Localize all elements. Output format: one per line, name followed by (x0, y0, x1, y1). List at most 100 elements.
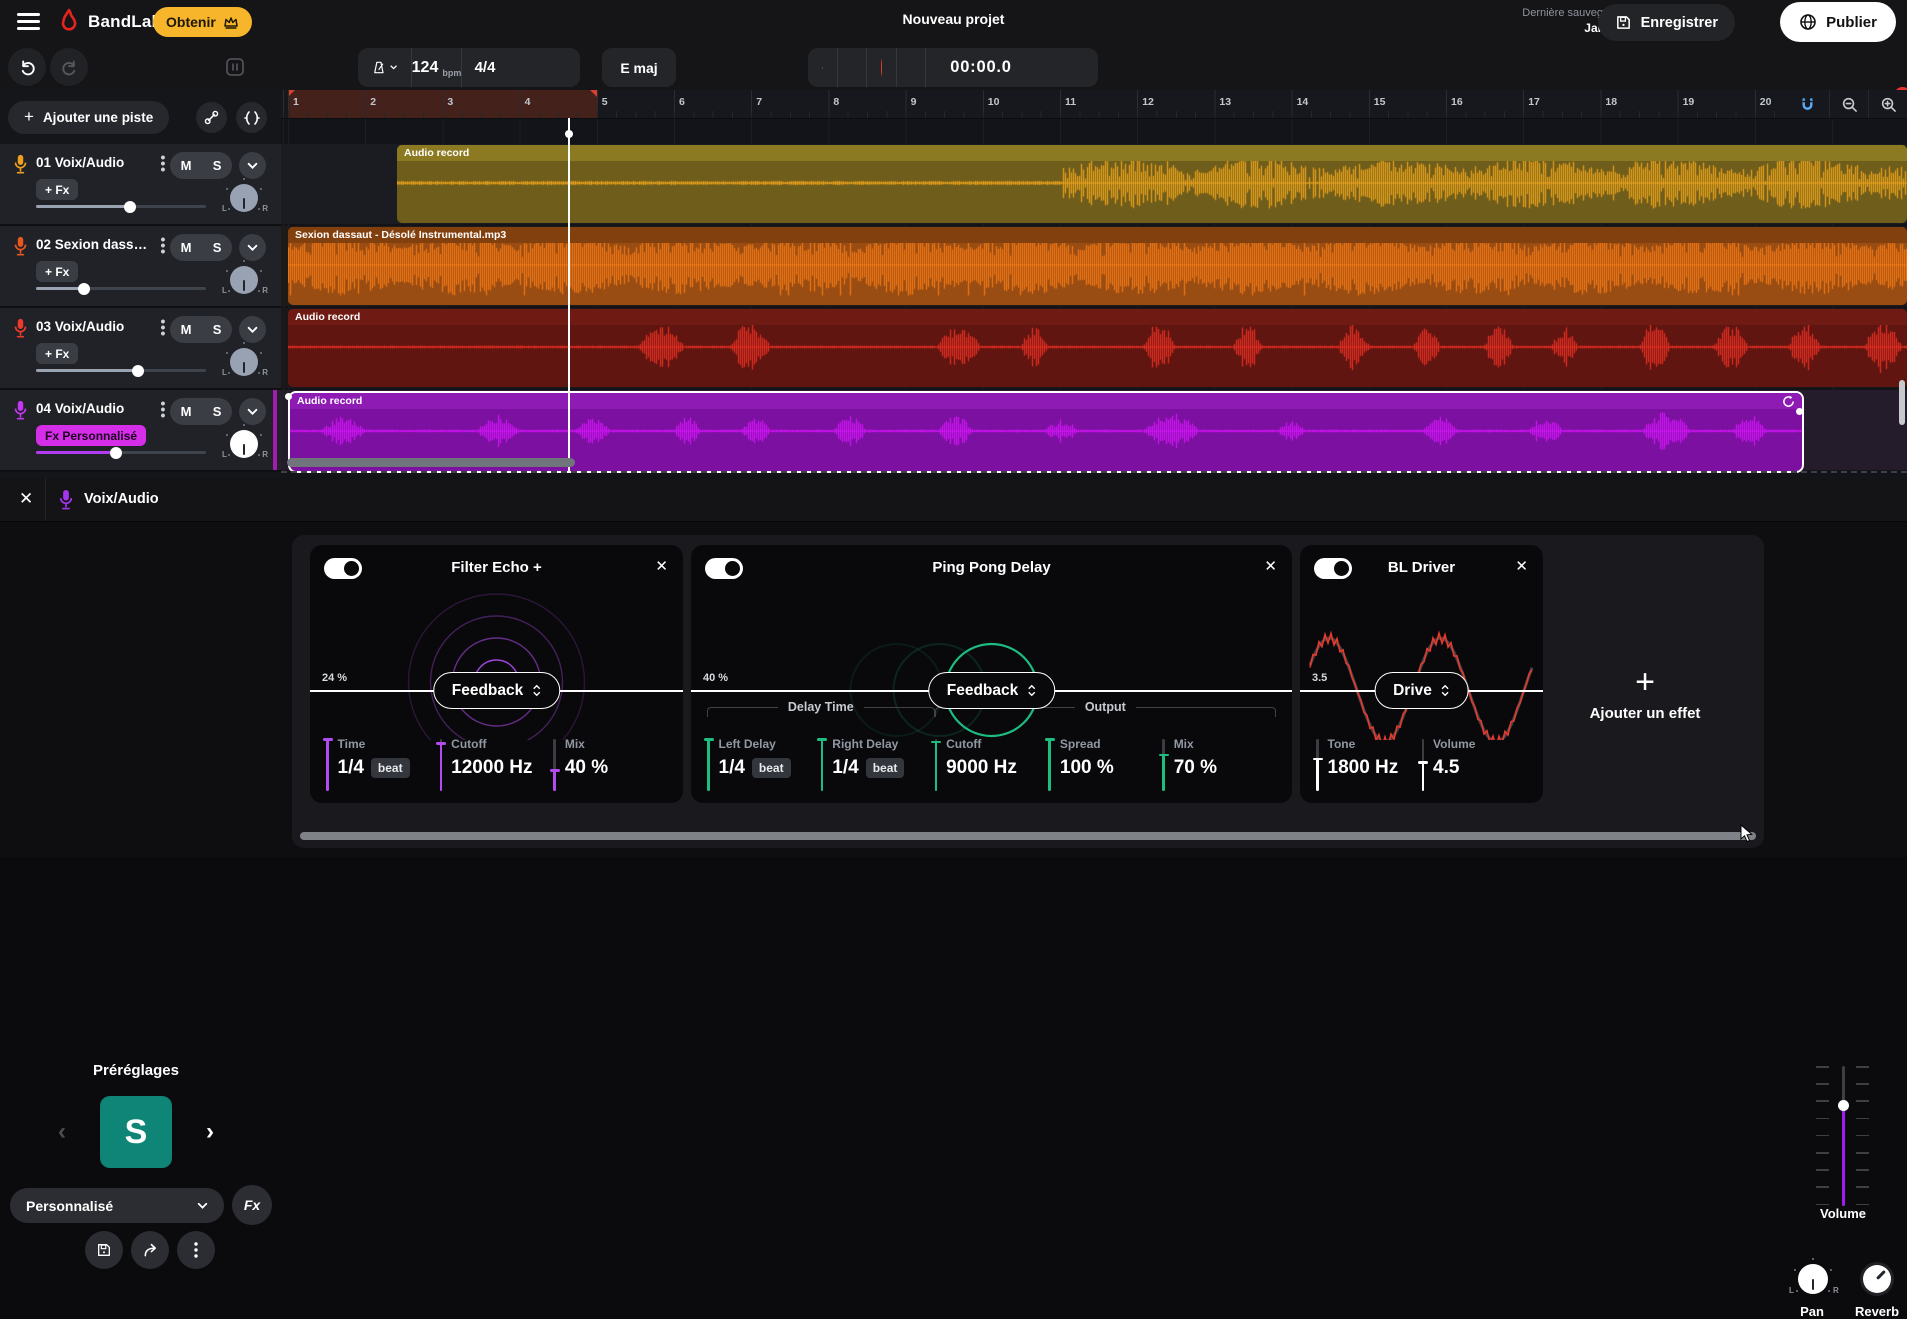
track-header-04[interactable]: 04 Voix/Audio•••MS Fx PersonnaliséLR (0, 390, 281, 472)
effect-param-cutoff[interactable]: Cutoff9000 Hz (935, 737, 1049, 791)
audio-clip-2[interactable]: Sexion dassaut - Désolé Instrumental.mp3 (288, 227, 1907, 305)
track-expand-button[interactable] (239, 152, 266, 179)
remove-effect-button[interactable]: ✕ (1264, 557, 1277, 575)
track-volume-slider[interactable] (36, 369, 206, 372)
preset-thumbnail[interactable]: S (100, 1096, 172, 1168)
param-slider[interactable] (440, 739, 443, 791)
effect-param-tone[interactable]: Tone1800 Hz (1316, 737, 1422, 791)
add-effect-button[interactable]: + Ajouter un effet (1550, 647, 1740, 743)
close-panel-button[interactable]: ✕ (19, 489, 33, 509)
param-unit-chip[interactable]: beat (866, 758, 905, 778)
remove-effect-button[interactable]: ✕ (1515, 557, 1528, 575)
param-slider[interactable] (1048, 739, 1051, 791)
mute-button[interactable]: M (181, 158, 192, 173)
track-fx-chip[interactable]: + Fx (36, 179, 78, 200)
save-preset-button[interactable] (85, 1231, 123, 1269)
param-unit-chip[interactable]: beat (752, 758, 791, 778)
key-button[interactable]: E maj (602, 48, 676, 87)
param-slider-handle[interactable] (1045, 738, 1055, 741)
timeline-scrollbar-vertical[interactable] (1899, 380, 1905, 425)
fx-bypass-button[interactable]: Fx (232, 1185, 272, 1225)
param-slider-handle[interactable] (931, 741, 941, 744)
track-volume-handle[interactable] (1838, 1100, 1849, 1111)
fx-pan-knob[interactable] (1798, 1264, 1828, 1294)
effect-param-spread[interactable]: Spread100 % (1048, 737, 1162, 791)
audio-clip-3[interactable]: Audio record (288, 309, 1907, 387)
track-pan-knob[interactable] (230, 430, 258, 458)
preset-more-button[interactable] (177, 1231, 215, 1269)
param-slider[interactable] (1422, 739, 1425, 791)
fx-reverb-knob[interactable] (1860, 1262, 1894, 1296)
param-slider-handle[interactable] (817, 738, 827, 741)
publish-button[interactable]: Publier (1780, 2, 1896, 42)
timeline-ruler[interactable]: 1234567891011121314151617181920 (281, 90, 1907, 119)
clip-resize-handle[interactable] (1796, 408, 1803, 415)
track-menu-button[interactable]: ••• (157, 400, 169, 418)
track-volume-handle[interactable] (124, 201, 136, 213)
param-unit-chip[interactable]: beat (371, 758, 410, 778)
effect-mode-selector[interactable]: Drive (1374, 672, 1469, 709)
effect-param-time[interactable]: Time1/4beat (326, 737, 440, 791)
solo-button[interactable]: S (213, 404, 222, 419)
track-fx-chip[interactable]: + Fx (36, 343, 78, 364)
play-button[interactable] (808, 48, 838, 87)
track-volume-slider[interactable] (36, 205, 206, 208)
preset-dropdown[interactable]: Personnalisé (10, 1188, 224, 1223)
solo-button[interactable]: S (213, 158, 222, 173)
time-stretch-button[interactable] (236, 102, 267, 133)
editor-toggle-button[interactable] (216, 48, 254, 86)
save-button[interactable]: Enregistrer (1598, 4, 1735, 41)
solo-button[interactable]: S (213, 240, 222, 255)
playhead[interactable] (568, 118, 570, 472)
clip-loop-icon[interactable] (1782, 395, 1795, 408)
share-preset-button[interactable] (131, 1231, 169, 1269)
mute-button[interactable]: M (181, 240, 192, 255)
param-slider-handle[interactable] (436, 742, 446, 745)
track-pan-knob[interactable] (230, 266, 258, 294)
param-slider-handle[interactable] (704, 738, 714, 741)
playhead-handle[interactable] (565, 130, 573, 138)
param-slider[interactable] (1316, 739, 1319, 791)
track-volume-handle[interactable] (110, 447, 122, 459)
tuner-button[interactable] (196, 102, 227, 133)
audio-clip-1[interactable]: Audio record (397, 145, 1907, 223)
track-header-03[interactable]: 03 Voix/Audio•••MS + FxLR (0, 308, 281, 390)
param-slider[interactable] (935, 739, 938, 791)
param-slider[interactable] (1162, 739, 1165, 791)
param-slider-handle[interactable] (1313, 758, 1323, 761)
effect-mode-selector[interactable]: Feedback (433, 672, 561, 709)
preset-next-button[interactable]: › (198, 1118, 222, 1146)
track-expand-button[interactable] (239, 234, 266, 261)
zoom-out-button[interactable] (1829, 90, 1868, 118)
param-slider[interactable] (821, 739, 824, 791)
track-volume-handle[interactable] (78, 283, 90, 295)
mute-button[interactable]: M (181, 404, 192, 419)
track-volume-handle[interactable] (132, 365, 144, 377)
track-volume-slider[interactable] (36, 287, 206, 290)
track-pan-knob[interactable] (230, 348, 258, 376)
param-slider-handle[interactable] (1418, 761, 1428, 764)
undo-button[interactable] (8, 48, 46, 86)
effect-param-left-delay[interactable]: Left Delay1/4beat (707, 737, 821, 791)
param-slider-handle[interactable] (550, 769, 560, 772)
track-menu-button[interactable]: ••• (157, 318, 169, 336)
snap-magnet-button[interactable] (1785, 90, 1829, 118)
preset-prev-button[interactable]: ‹ (50, 1118, 74, 1146)
effect-param-mix[interactable]: Mix70 % (1162, 737, 1276, 791)
param-slider[interactable] (326, 739, 329, 791)
time-signature-button[interactable]: 4/4 (462, 48, 508, 87)
effect-param-right-delay[interactable]: Right Delay1/4beat (821, 737, 935, 791)
bpm-display[interactable]: 124 bpm (412, 48, 462, 87)
track-expand-button[interactable] (239, 316, 266, 343)
clip-fade-handle[interactable] (285, 393, 292, 400)
track-menu-button[interactable]: ••• (157, 236, 169, 254)
track-header-02[interactable]: 02 Sexion dassaut - D...•••MS + FxLR (0, 226, 281, 308)
track-fx-chip[interactable]: + Fx (36, 261, 78, 282)
track-fx-chip[interactable]: Fx Personnalisé (36, 425, 146, 446)
param-slider-handle[interactable] (1159, 754, 1169, 757)
param-slider-handle[interactable] (323, 738, 333, 741)
track-pan-knob[interactable] (230, 184, 258, 212)
redo-button[interactable] (50, 48, 88, 86)
track-menu-button[interactable]: ••• (157, 154, 169, 172)
track-header-01[interactable]: 01 Voix/Audio•••MS + FxLR (0, 144, 281, 226)
